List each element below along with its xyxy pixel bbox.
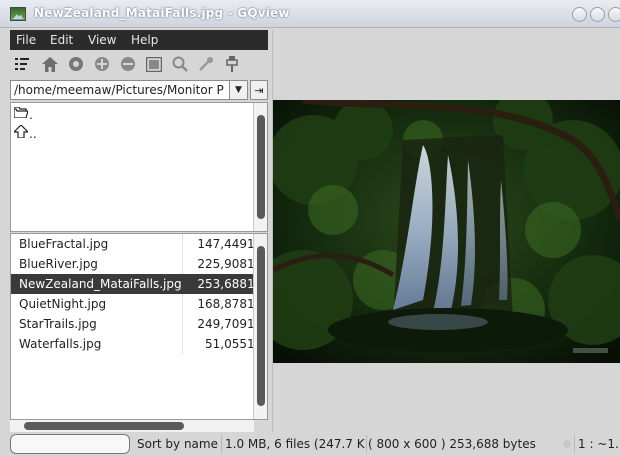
directory-label: . — [29, 107, 33, 122]
float-icon[interactable] — [224, 56, 240, 72]
status-bar: Sort by name 1.0 MB, 6 files (247.7 K, 1… — [0, 432, 620, 456]
directory-item[interactable]: . — [13, 106, 33, 123]
list-view-icon[interactable] — [14, 56, 30, 72]
zoom-icon[interactable] — [172, 56, 188, 72]
file-row[interactable]: QuietNight.jpg 168,878 1 — [11, 294, 255, 314]
file-size: 51,055 — [205, 337, 247, 351]
close-button[interactable] — [608, 7, 620, 22]
file-name: Waterfalls.jpg — [19, 337, 102, 351]
scrollbar-thumb[interactable] — [257, 246, 265, 406]
menu-edit[interactable]: Edit — [50, 33, 73, 47]
path-dropdown-button[interactable]: ▼ — [230, 80, 248, 100]
zoom-out-icon[interactable] — [120, 56, 136, 72]
file-name: BlueFractal.jpg — [19, 237, 109, 251]
maximize-button[interactable] — [590, 7, 605, 22]
file-name: NewZealand_MataiFalls.jpg — [19, 277, 182, 291]
zoom-in-icon[interactable] — [94, 56, 110, 72]
file-size: 253,688 — [197, 277, 247, 291]
file-size: 168,878 — [197, 297, 247, 311]
window-title: NewZealand_MataiFalls.jpg - GQview — [34, 6, 290, 20]
folder-icon — [13, 106, 29, 122]
file-row[interactable]: Waterfalls.jpg 51,055 1 — [11, 334, 255, 354]
chevron-down-icon: ▼ — [235, 85, 242, 95]
file-list: BlueFractal.jpg 147,449 1 BlueRiver.jpg … — [10, 233, 268, 420]
scrollbar-thumb[interactable] — [257, 115, 265, 219]
path-bar: /home/meemaw/Pictures/Monitor P ▼ ⇥ — [10, 80, 268, 100]
status-image-info: ( 800 x 600 ) 253,688 bytes — [368, 437, 536, 451]
menu-help[interactable]: Help — [131, 33, 158, 47]
file-list-hscrollbar[interactable] — [10, 420, 254, 432]
directory-list: . .. — [10, 102, 268, 232]
file-row[interactable]: StarTrails.jpg 249,709 1 — [11, 314, 255, 334]
file-list-scrollbar[interactable] — [253, 234, 267, 419]
fit-icon[interactable] — [146, 56, 162, 72]
home-icon[interactable] — [42, 56, 58, 72]
toolbar — [10, 50, 268, 78]
file-row[interactable]: BlueFractal.jpg 147,449 1 — [11, 234, 255, 254]
directory-label: .. — [29, 126, 37, 141]
file-name: StarTrails.jpg — [19, 317, 97, 331]
menu-file[interactable]: File — [16, 33, 36, 47]
file-name: QuietNight.jpg — [19, 297, 107, 311]
zoom-level: 1 : ~1.1 — [578, 437, 620, 451]
status-summary: 1.0 MB, 6 files (247.7 K, 1 — [225, 437, 365, 451]
menu-bar: File Edit View Help — [10, 30, 268, 50]
file-row-selected[interactable]: NewZealand_MataiFalls.jpg 253,688 1 — [11, 274, 255, 294]
status-input[interactable] — [10, 434, 130, 454]
app-icon — [10, 7, 26, 21]
file-size: 225,908 — [197, 257, 247, 271]
go-arrow-icon: ⇥ — [254, 83, 264, 97]
file-size: 249,709 — [197, 317, 247, 331]
refresh-icon[interactable] — [68, 56, 84, 72]
directory-scrollbar[interactable] — [253, 103, 267, 231]
file-size: 147,449 — [197, 237, 247, 251]
waterfall-image[interactable] — [273, 100, 620, 363]
status-indicator-icon — [563, 440, 571, 448]
menu-view[interactable]: View — [88, 33, 116, 47]
sort-button[interactable]: Sort by name — [137, 437, 218, 451]
minimize-button[interactable] — [572, 7, 587, 22]
file-row[interactable]: BlueRiver.jpg 225,908 1 — [11, 254, 255, 274]
title-bar: NewZealand_MataiFalls.jpg - GQview — [0, 0, 620, 28]
path-input[interactable]: /home/meemaw/Pictures/Monitor P — [10, 80, 230, 100]
path-go-button[interactable]: ⇥ — [250, 80, 268, 100]
file-name: BlueRiver.jpg — [19, 257, 98, 271]
parent-folder-icon — [12, 124, 30, 142]
config-icon[interactable] — [198, 56, 214, 72]
scrollbar-thumb[interactable] — [24, 422, 184, 430]
directory-item[interactable]: .. — [12, 124, 37, 142]
